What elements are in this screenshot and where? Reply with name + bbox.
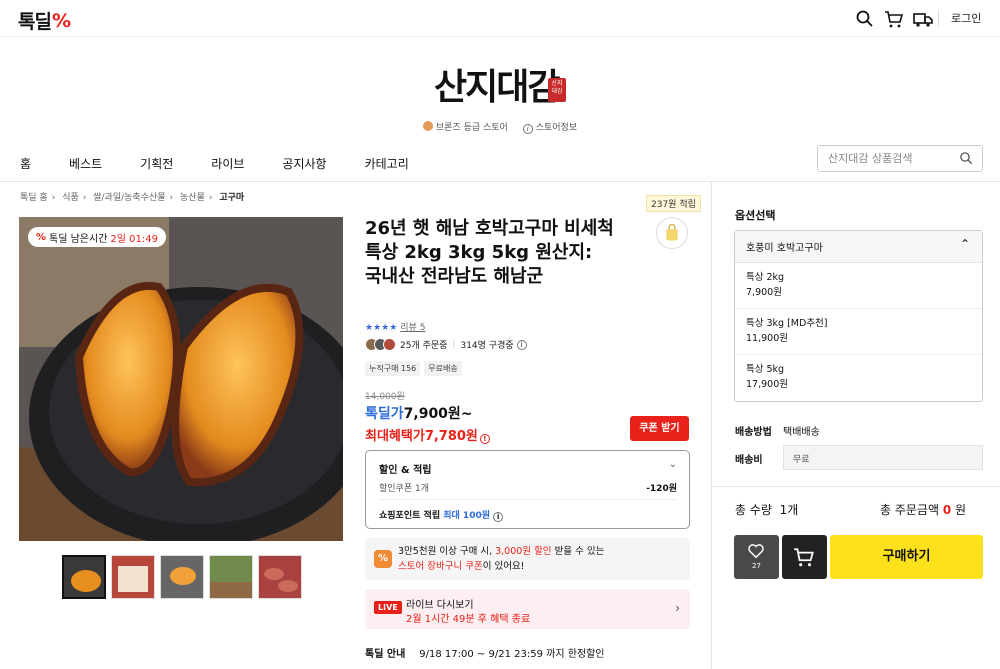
timer-value: 2일 01:49 xyxy=(110,233,158,245)
cart-icon xyxy=(794,548,814,567)
store-search-input[interactable] xyxy=(828,152,948,165)
nav-item-live[interactable]: 라이브 xyxy=(211,155,244,172)
review-link[interactable]: 리뷰 5 xyxy=(400,323,425,333)
thumbnail[interactable] xyxy=(111,555,155,599)
breadcrumb-item[interactable]: 쌀/과일/농축수산물 xyxy=(93,193,165,203)
store-coupon-banner[interactable]: % 3만5천원 이상 구매 시, 3,000원 할인 받을 수 있는 스토어 장… xyxy=(365,538,690,580)
store-grade[interactable]: 브론즈 등급 스토어 xyxy=(422,121,508,133)
heart-icon xyxy=(748,544,764,559)
benefit-price: 최대혜택가7,780원! xyxy=(365,425,493,444)
login-link[interactable]: 로그인 xyxy=(951,10,981,26)
nav-item-exhibition[interactable]: 기획전 xyxy=(140,155,173,172)
chevron-down-icon[interactable]: ⌄ xyxy=(669,459,677,470)
option-select-header[interactable]: 호풍미 호박고구마 ⌃ xyxy=(735,231,982,263)
live-subtitle: 2월 1시간 49분 후 혜택 종료 xyxy=(406,614,531,625)
total-quantity: 총 수량 1개 xyxy=(735,503,799,517)
search-icon[interactable] xyxy=(855,9,875,29)
timer-label: 톡딜 남은시간 xyxy=(49,233,108,245)
thumbnail[interactable] xyxy=(258,555,302,599)
thumbnail[interactable] xyxy=(209,555,253,599)
store-info-link[interactable]: i 스토어정보 xyxy=(522,123,577,134)
breadcrumb-item[interactable]: 식품 xyxy=(62,193,79,203)
thumbnail-strip xyxy=(62,555,302,599)
viewer-count: 314명 구경중 xyxy=(460,341,514,351)
shipping-method-label: 배송방법 xyxy=(735,427,772,438)
order-count: 25개 주문중 xyxy=(400,341,448,351)
thumbnail[interactable] xyxy=(160,555,204,599)
discount-box[interactable]: 할인 & 적립 ⌄ 할인쿠폰 1개 -120원 쇼핑포인트 적립 최대 100원… xyxy=(365,450,690,529)
percent-icon: % xyxy=(374,550,392,568)
tag: 무료배송 xyxy=(424,361,462,376)
info-icon: i xyxy=(522,124,533,134)
logo-mark: % xyxy=(51,9,71,32)
shopping-bag-icon[interactable] xyxy=(656,217,688,249)
live-replay-banner[interactable]: LIVE 라이브 다시보기 2월 1시간 49분 후 혜택 종료 › xyxy=(365,589,690,629)
nav-item-home[interactable]: 홈 xyxy=(20,155,31,172)
nav-item-category[interactable]: 카테고리 xyxy=(365,155,409,172)
search-icon[interactable] xyxy=(959,151,974,166)
original-price: 14,000원 xyxy=(365,392,405,402)
nav-item-notice[interactable]: 공지사항 xyxy=(282,155,326,172)
activity-row: 25개 주문중 | 314명 구경중 i xyxy=(365,338,530,351)
coupon-value: -120원 xyxy=(646,484,677,494)
shipping-fee-label: 배송비 xyxy=(735,455,763,466)
store-logo[interactable]: 산지대감 xyxy=(434,58,560,110)
points-badge: 237원 적립 xyxy=(646,195,701,212)
product-title: 26년 햇 해남 호박고구마 비세척 특상 2kg 3kg 5kg 원산지: 국… xyxy=(365,218,614,287)
shipping-method-value: 택배배송 xyxy=(783,427,820,438)
rating[interactable]: ★★★★ 리뷰 5 xyxy=(365,320,425,333)
like-count: 27 xyxy=(752,562,761,570)
deal-info: 톡딜 안내 9/18 17:00 ~ 9/21 23:59 까지 한정할인 xyxy=(365,649,605,660)
option-item[interactable]: 특상 2kg 7,900원 xyxy=(735,263,982,309)
info-icon[interactable]: i xyxy=(516,339,527,350)
logo-text: 톡딜 xyxy=(18,11,52,33)
option-item[interactable]: 특상 5kg 17,900원 xyxy=(735,355,982,401)
top-bar xyxy=(0,0,1000,37)
cart-icon[interactable] xyxy=(884,9,904,29)
discount-title: 할인 & 적립 xyxy=(379,465,432,476)
shopping-point: 쇼핑포인트 적립 최대 100원 i xyxy=(379,508,506,522)
chevron-right-icon: › xyxy=(675,601,680,615)
like-button[interactable]: 27 xyxy=(734,535,779,579)
info-icon[interactable]: i xyxy=(493,512,504,522)
coupon-label: 할인쿠폰 1개 xyxy=(379,484,429,494)
live-title: 라이브 다시보기 xyxy=(406,600,474,611)
truck-icon[interactable] xyxy=(913,9,933,29)
store-seal: 산지 대감 xyxy=(548,78,566,102)
talkdeal-logo[interactable]: 톡딜% xyxy=(18,7,71,34)
product-main-image[interactable] xyxy=(19,217,343,541)
tag-list: 누적구매 156 무료배송 xyxy=(365,361,462,376)
avatar xyxy=(383,338,396,351)
talkdeal-mark-icon: % xyxy=(36,231,47,243)
divider xyxy=(711,486,1000,487)
chevron-up-icon: ⌃ xyxy=(959,237,970,251)
deal-timer-badge: % 톡딜 남은시간 2일 01:49 xyxy=(28,227,166,247)
breadcrumb: 톡딜 홈 › 식품 › 쌀/과일/농축수산물 › 농산물 › 고구마 xyxy=(20,193,245,203)
info-icon[interactable]: ! xyxy=(479,434,490,444)
breadcrumb-item[interactable]: 톡딜 홈 xyxy=(20,193,48,203)
nav-item-best[interactable]: 베스트 xyxy=(69,155,102,172)
store-nav: 홈 베스트 기획전 라이브 공지사항 카테고리 xyxy=(20,155,447,172)
total-amount: 총 주문금액 0 원 xyxy=(880,503,967,517)
star-rating: ★★★★ xyxy=(365,323,398,333)
tag: 누적구매 156 xyxy=(365,361,421,376)
option-item[interactable]: 특상 3kg [MD추천] 11,900원 xyxy=(735,309,982,355)
get-coupon-button[interactable]: 쿠폰 받기 xyxy=(630,416,689,441)
shipping-fee-field: 무료 xyxy=(783,445,983,470)
deal-price: 톡딜가7,900원~ xyxy=(365,406,473,422)
bronze-grade-icon xyxy=(422,121,433,131)
breadcrumb-current[interactable]: 고구마 xyxy=(219,193,244,203)
store-search[interactable] xyxy=(817,145,983,172)
divider xyxy=(938,10,939,26)
thumbnail[interactable] xyxy=(62,555,106,599)
add-to-cart-button[interactable] xyxy=(782,535,827,579)
breadcrumb-item[interactable]: 농산물 xyxy=(180,193,205,203)
option-title: 옵션선택 xyxy=(735,209,776,222)
live-badge: LIVE xyxy=(374,601,402,614)
store-meta: 브론즈 등급 스토어 i 스토어정보 xyxy=(0,120,1000,134)
option-select[interactable]: 호풍미 호박고구마 ⌃ 특상 2kg 7,900원 특상 3kg [MD추천] 11… xyxy=(734,230,983,402)
promo-text: 3만5천원 이상 구매 시, 3,000원 할인 받을 수 있는 스토어 장바구… xyxy=(398,546,605,572)
buy-button[interactable]: 구매하기 xyxy=(830,535,983,579)
divider xyxy=(379,499,677,500)
